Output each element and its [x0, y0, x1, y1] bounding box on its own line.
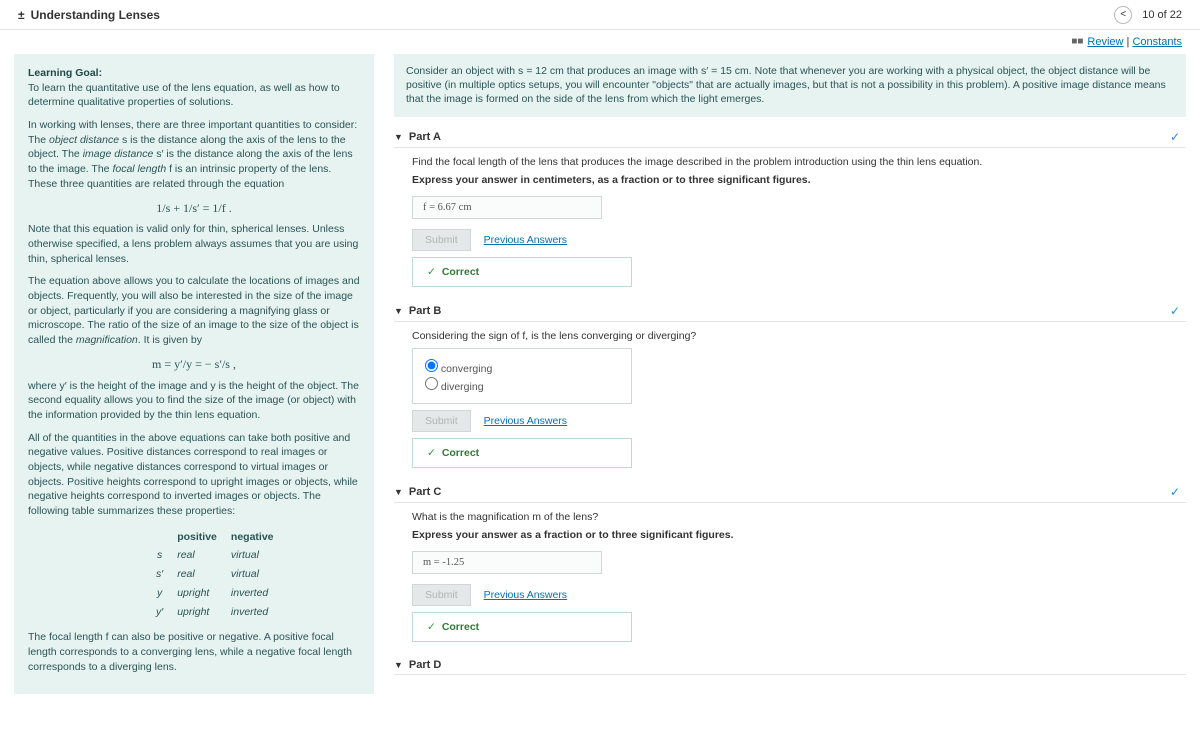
header-left: ± Understanding Lenses [18, 8, 160, 22]
option-diverging[interactable]: diverging [425, 377, 619, 393]
part-a-instruction: Express your answer in centimeters, as a… [412, 174, 811, 186]
previous-answers-link[interactable]: Previous Answers [484, 589, 567, 601]
chevron-down-icon: ▼ [394, 660, 403, 670]
equation-1: 1/s + 1/s′ = 1/f . [28, 200, 360, 217]
part-c-buttons: Submit Previous Answers [412, 584, 1176, 606]
learning-panel: Learning Goal: To learn the quantitative… [14, 54, 374, 694]
check-icon: ✓ [427, 447, 436, 459]
equation-2: m = y′/y = − s′/s , [28, 356, 360, 373]
prev-button[interactable]: < [1114, 6, 1132, 24]
theory-p5: All of the quantities in the above equat… [28, 431, 360, 519]
theory-p3: The equation above allows you to calcula… [28, 274, 360, 347]
submit-button[interactable]: Submit [412, 229, 471, 251]
main-content: Learning Goal: To learn the quantitative… [0, 54, 1200, 708]
part-d-label: Part D [409, 659, 441, 671]
separator: | [1123, 36, 1132, 48]
constants-link[interactable]: Constants [1132, 36, 1182, 48]
part-d: ▼ Part D [394, 656, 1186, 675]
part-d-header[interactable]: ▼ Part D [394, 656, 1186, 675]
previous-answers-link[interactable]: Previous Answers [484, 415, 567, 427]
correct-label: Correct [442, 447, 479, 459]
part-c-question: What is the magnification m of the lens? [412, 511, 1176, 523]
part-a-buttons: Submit Previous Answers [412, 229, 1176, 251]
part-a-answer: f = 6.67 cm [412, 196, 602, 219]
part-c-instruction: Express your answer as a fraction or to … [412, 529, 734, 541]
submit-button[interactable]: Submit [412, 584, 471, 606]
part-a-header[interactable]: ▼ Part A ✓ [394, 127, 1186, 148]
flag-icon[interactable]: ■■ [1071, 36, 1083, 48]
check-icon: ✓ [427, 621, 436, 633]
theory-p1: In working with lenses, there are three … [28, 118, 360, 191]
previous-answers-link[interactable]: Previous Answers [484, 234, 567, 246]
progress-text: 10 of 22 [1142, 9, 1182, 21]
part-b-buttons: Submit Previous Answers [412, 410, 1176, 432]
page-header: ± Understanding Lenses < 10 of 22 [0, 0, 1200, 30]
question-panel: Consider an object with s = 12 cm that p… [394, 54, 1186, 694]
theory-p2: Note that this equation is valid only fo… [28, 222, 360, 266]
part-b-label: Part B [409, 305, 441, 317]
part-b-feedback: ✓ Correct [412, 438, 632, 468]
theory-p6: The focal length f can also be positive … [28, 630, 360, 674]
header-right: < 10 of 22 [1114, 6, 1182, 24]
part-c-answer: m = -1.25 [412, 551, 602, 574]
chevron-down-icon: ▼ [394, 487, 403, 497]
subheader: ■■ Review | Constants [0, 30, 1200, 54]
check-icon: ✓ [427, 266, 436, 278]
review-link[interactable]: Review [1087, 36, 1123, 48]
part-b-options: converging diverging [412, 348, 632, 404]
sign-table: positivenegative srealvirtual s′realvirt… [148, 527, 282, 622]
page-title: Understanding Lenses [31, 8, 160, 22]
part-c-label: Part C [409, 486, 441, 498]
check-icon: ✓ [1170, 304, 1180, 318]
submit-button[interactable]: Submit [412, 410, 471, 432]
part-c: ▼ Part C ✓ What is the magnification m of… [394, 482, 1186, 642]
chevron-down-icon: ▼ [394, 306, 403, 316]
part-a-body: Find the focal length of the lens that p… [394, 156, 1186, 287]
part-b: ▼ Part B ✓ Considering the sign of f, is … [394, 301, 1186, 468]
learning-goal-label: Learning Goal: [28, 67, 102, 79]
theory-p4: where y′ is the height of the image and … [28, 379, 360, 423]
part-c-body: What is the magnification m of the lens?… [394, 511, 1186, 642]
chevron-down-icon: ▼ [394, 132, 403, 142]
part-a-feedback: ✓ Correct [412, 257, 632, 287]
collapse-icon[interactable]: ± [18, 8, 25, 22]
part-a-question: Find the focal length of the lens that p… [412, 156, 1176, 168]
part-a: ▼ Part A ✓ Find the focal length of the l… [394, 127, 1186, 287]
problem-intro: Consider an object with s = 12 cm that p… [394, 54, 1186, 117]
option-converging[interactable]: converging [425, 359, 619, 375]
part-b-body: Considering the sign of f, is the lens c… [394, 330, 1186, 468]
part-a-label: Part A [409, 131, 441, 143]
part-b-question: Considering the sign of f, is the lens c… [412, 330, 1176, 342]
correct-label: Correct [442, 621, 479, 633]
learning-goal-text: To learn the quantitative use of the len… [28, 82, 340, 109]
part-c-header[interactable]: ▼ Part C ✓ [394, 482, 1186, 503]
part-c-feedback: ✓ Correct [412, 612, 632, 642]
part-b-header[interactable]: ▼ Part B ✓ [394, 301, 1186, 322]
correct-label: Correct [442, 266, 479, 278]
check-icon: ✓ [1170, 130, 1180, 144]
check-icon: ✓ [1170, 485, 1180, 499]
